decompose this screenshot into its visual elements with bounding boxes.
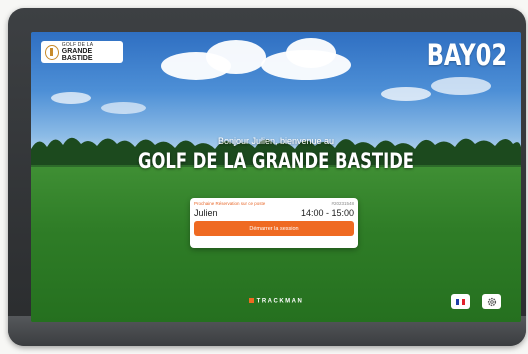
reservation-id: #20231548 [331,201,354,206]
trackman-label: TRACKMAN [256,298,304,305]
welcome-message: Bonjour Julien, bienvenue au [217,136,335,146]
cloud [381,87,431,101]
kiosk-screen: GOLF DE LA GRANDE BASTIDE BAY02 Bonjour … [31,32,521,322]
settings-button[interactable] [482,294,501,309]
start-session-button[interactable]: Démarrer la session [194,221,354,236]
reservation-name: Julien [194,208,218,218]
reservation-time: 14:00 - 15:00 [300,208,354,218]
cloud [51,92,91,104]
language-button[interactable] [451,294,470,309]
tablet-device: GOLF DE LA GRANDE BASTIDE BAY02 Bonjour … [8,8,526,346]
cloud [431,77,491,95]
club-logo: GOLF DE LA GRANDE BASTIDE [41,41,123,63]
trackman-logo-icon [248,298,254,303]
trackman-brand: TRACKMAN [31,298,521,305]
reservation-label: Prochaine Réservation sur ce poste [194,201,266,206]
golf-emblem-icon [45,44,59,60]
french-flag-icon [456,298,465,305]
bay-label: BAY02 [426,38,507,72]
cloud [206,40,266,74]
reservation-card: Prochaine Réservation sur ce poste #2023… [190,198,358,248]
logo-text-line2: GRANDE BASTIDE [61,47,93,62]
cloud [101,102,146,114]
course-name: GOLF DE LA GRANDE BASTIDE [138,149,414,173]
cloud [286,38,336,68]
gear-icon [487,297,496,306]
